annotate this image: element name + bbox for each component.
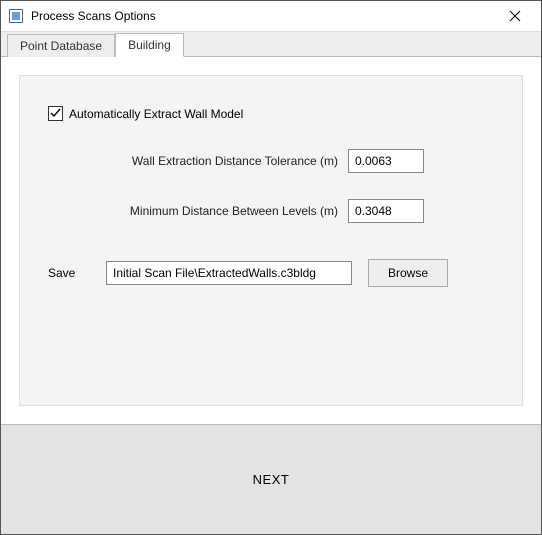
tolerance-row: Wall Extraction Distance Tolerance (m) — [48, 149, 494, 173]
dialog-process-scans-options: Process Scans Options Point Database Bui… — [0, 0, 542, 535]
check-icon — [50, 108, 61, 119]
tabpanel-building: Automatically Extract Wall Model Wall Ex… — [1, 57, 541, 424]
footer: NEXT — [1, 424, 541, 534]
app-icon — [9, 9, 23, 23]
browse-button[interactable]: Browse — [368, 259, 448, 287]
browse-label: Browse — [388, 266, 428, 280]
window-title: Process Scans Options — [31, 9, 495, 23]
save-label: Save — [48, 266, 106, 280]
tabstrip: Point Database Building — [1, 31, 541, 57]
tolerance-label: Wall Extraction Distance Tolerance (m) — [48, 154, 348, 168]
close-icon — [509, 10, 521, 22]
auto-extract-checkbox[interactable] — [48, 106, 63, 121]
min-dist-input[interactable] — [348, 199, 424, 223]
tab-point-database[interactable]: Point Database — [7, 34, 115, 57]
save-path-input[interactable] — [106, 261, 352, 285]
titlebar: Process Scans Options — [1, 1, 541, 31]
building-options-group: Automatically Extract Wall Model Wall Ex… — [19, 75, 523, 406]
save-row: Save Browse — [48, 259, 494, 287]
close-button[interactable] — [495, 2, 535, 30]
tab-label: Point Database — [20, 39, 102, 53]
tab-building[interactable]: Building — [115, 33, 184, 57]
next-label: NEXT — [253, 472, 290, 487]
auto-extract-label: Automatically Extract Wall Model — [69, 107, 243, 121]
tab-label: Building — [128, 38, 171, 52]
next-button[interactable]: NEXT — [233, 464, 310, 495]
auto-extract-row: Automatically Extract Wall Model — [48, 106, 494, 121]
min-dist-row: Minimum Distance Between Levels (m) — [48, 199, 494, 223]
tolerance-input[interactable] — [348, 149, 424, 173]
min-dist-label: Minimum Distance Between Levels (m) — [48, 204, 348, 218]
